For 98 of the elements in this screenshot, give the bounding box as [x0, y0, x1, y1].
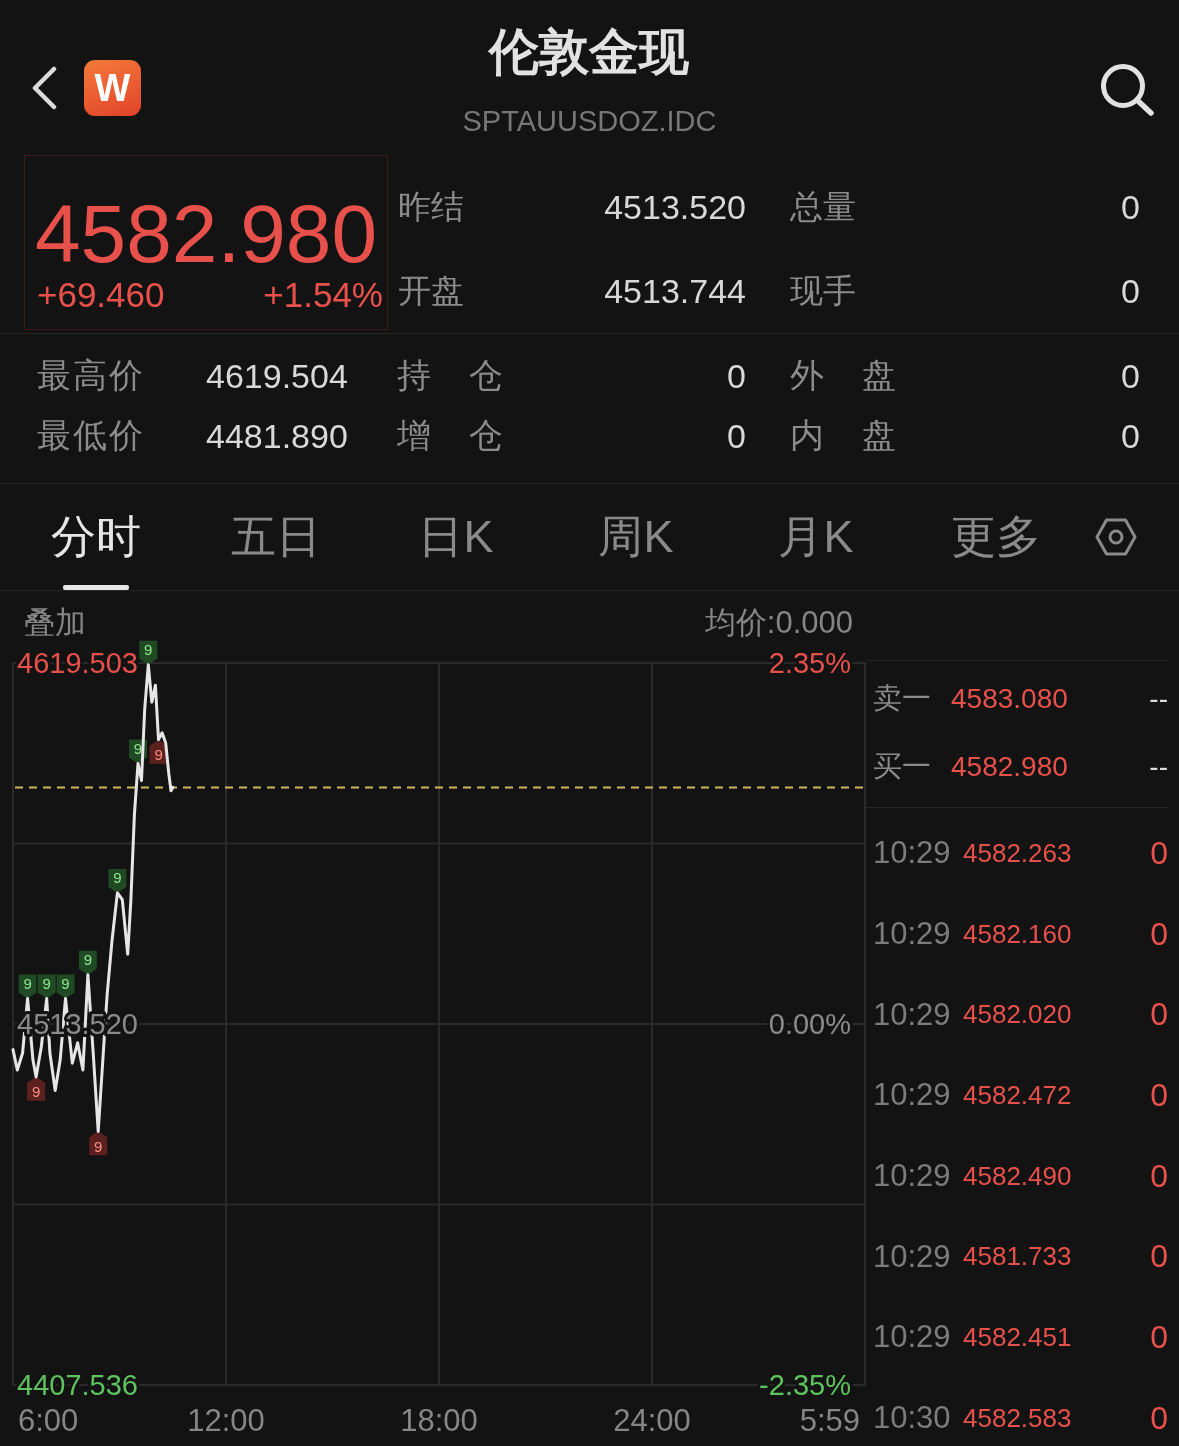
trade-time: 10:29 [873, 1238, 952, 1275]
signal-marker: 9 [128, 739, 147, 764]
y-axis-label: 4619.503 [17, 647, 138, 679]
change-percent: +1.54% [263, 277, 383, 312]
chart-tab[interactable]: 五日 [186, 484, 366, 590]
time-axis-label: 18:00 [400, 1403, 478, 1438]
y-axis-label: 4407.536 [17, 1369, 138, 1401]
app-logo: W [84, 60, 141, 116]
trade-volume: 0 [1150, 996, 1168, 1034]
signal-marker: 9 [139, 640, 158, 665]
stat-value: 4513.744 [604, 271, 746, 311]
annotation: 9 [83, 951, 93, 969]
trade-price: 4582.583 [963, 1402, 1072, 1434]
order-price: 4583.080 [951, 683, 1068, 715]
annotation: 9 [23, 975, 32, 993]
signal-marker: 9 [108, 868, 127, 893]
percent-label: 2.35% [768, 647, 851, 679]
average-price: 均价:0.000 [704, 606, 853, 642]
annotation: 9 [133, 739, 143, 757]
stat-value: 0 [727, 356, 746, 396]
stat-label: 最高价 [37, 355, 143, 396]
order-level-label: 卖一 [873, 681, 932, 716]
annotation: 9 [61, 975, 70, 993]
annotation: 9 [42, 975, 51, 993]
signal-marker: 9 [37, 974, 56, 999]
stat-value: 0 [1121, 187, 1140, 227]
back-button[interactable] [30, 66, 58, 110]
signal-marker: 9 [89, 1131, 108, 1156]
time-axis-label: 12:00 [187, 1403, 265, 1438]
trade-volume: 0 [1150, 1399, 1168, 1437]
chart-tab[interactable]: 分时 [6, 484, 186, 590]
percent-label: 0.00% [768, 1008, 851, 1040]
trade-price: 4582.472 [963, 1079, 1072, 1111]
stat-value: 0 [1121, 356, 1140, 396]
trade-volume: 0 [1150, 1157, 1168, 1195]
stat-value: 4619.504 [206, 356, 348, 396]
trade-time: 10:29 [873, 1319, 952, 1356]
trade-volume: 0 [1150, 915, 1168, 953]
search-button[interactable] [1099, 62, 1155, 116]
time-axis-label: 6:00 [18, 1403, 79, 1438]
trade-volume: 0 [1150, 1318, 1168, 1356]
order-volume: -- [1149, 751, 1168, 783]
trade-price: 4582.490 [963, 1160, 1072, 1192]
change-value: +69.460 [37, 277, 165, 312]
stat-label: 现手 [790, 270, 856, 311]
chart-tab[interactable]: 日K [366, 484, 546, 590]
time-axis-label: 24:00 [613, 1403, 691, 1438]
trade-time: 10:29 [873, 996, 952, 1033]
annotation: 9 [94, 1137, 103, 1155]
trade-time: 10:30 [873, 1400, 952, 1437]
trade-time: 10:29 [873, 1158, 952, 1195]
chart-tab[interactable]: 更多 [906, 484, 1086, 590]
stat-label: 持 仓 [397, 355, 503, 396]
signal-marker: 9 [18, 974, 37, 999]
stat-label: 开盘 [398, 270, 464, 311]
last-price: 4582.980 [34, 193, 378, 275]
chart-tab[interactable]: 周K [546, 484, 726, 590]
stat-label: 内 盘 [790, 415, 896, 456]
trade-time: 10:29 [873, 835, 952, 872]
annotation: 9 [144, 641, 153, 659]
stat-value: 4481.890 [206, 416, 348, 456]
order-volume: -- [1149, 683, 1168, 715]
stat-label: 最低价 [37, 415, 143, 456]
trade-price: 4582.020 [963, 999, 1072, 1031]
trade-volume: 0 [1150, 1238, 1168, 1276]
trade-time: 10:29 [873, 1077, 952, 1114]
trade-time: 10:29 [873, 916, 952, 953]
trade-price: 4582.160 [963, 918, 1072, 950]
percent-label: -2.35% [759, 1369, 851, 1401]
trade-price: 4582.263 [963, 837, 1072, 869]
trade-volume: 0 [1150, 1076, 1168, 1114]
order-level-label: 买一 [873, 749, 932, 784]
signal-marker: 9 [56, 974, 75, 999]
search-icon [1099, 62, 1155, 116]
trade-price: 4581.733 [963, 1241, 1072, 1273]
time-axis-label: 5:59 [799, 1403, 860, 1438]
stat-value: 0 [727, 416, 746, 456]
page-title: 伦敦金现 [489, 23, 690, 82]
stat-label: 增 仓 [397, 415, 503, 456]
annotation: 9 [154, 746, 163, 764]
annotation: 9 [31, 1083, 41, 1101]
stat-value: 0 [1121, 271, 1140, 311]
trade-price: 4582.451 [963, 1321, 1072, 1353]
order-price: 4582.980 [951, 751, 1068, 783]
chevron-left-icon [30, 66, 58, 110]
symbol-code: SPTAUUSDOZ.IDC [462, 104, 717, 138]
signal-marker: 9 [27, 1076, 46, 1101]
signal-marker: 9 [149, 739, 168, 764]
stat-value: 4513.520 [604, 187, 746, 227]
settings-icon[interactable] [1095, 517, 1137, 557]
stat-label: 昨结 [398, 186, 464, 227]
stat-value: 0 [1121, 416, 1140, 456]
stat-label: 外 盘 [790, 355, 896, 396]
chart-tab[interactable]: 月K [726, 484, 906, 590]
annotation: 9 [113, 869, 122, 887]
stat-label: 总量 [790, 186, 856, 227]
signal-marker: 9 [78, 950, 97, 975]
trade-volume: 0 [1150, 834, 1168, 872]
